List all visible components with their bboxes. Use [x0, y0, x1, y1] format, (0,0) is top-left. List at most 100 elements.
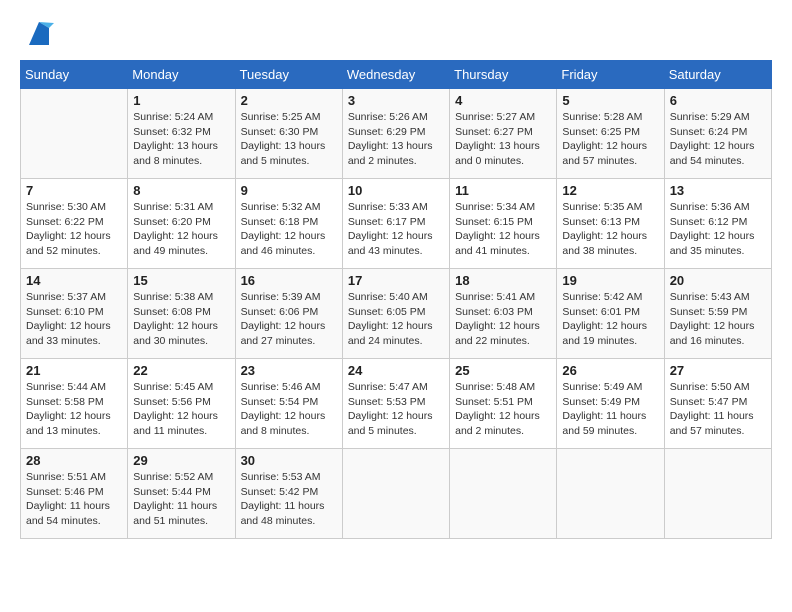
calendar-cell: 4 Sunrise: 5:27 AMSunset: 6:27 PMDaylight…	[450, 89, 557, 179]
day-number: 27	[670, 363, 766, 378]
calendar-cell	[557, 449, 664, 539]
calendar-cell: 18 Sunrise: 5:41 AMSunset: 6:03 PMDayligh…	[450, 269, 557, 359]
day-info: Sunrise: 5:31 AMSunset: 6:20 PMDaylight:…	[133, 200, 229, 259]
day-number: 4	[455, 93, 551, 108]
calendar-cell: 22Sunrise: 5:45 AMSunset: 5:56 PMDayligh…	[128, 359, 235, 449]
day-info: Sunrise: 5:48 AMSunset: 5:51 PMDaylight:…	[455, 380, 551, 439]
day-of-week-header: Thursday	[450, 61, 557, 89]
calendar-cell: 6Sunrise: 5:29 AMSunset: 6:24 PMDaylight…	[664, 89, 771, 179]
day-info: Sunrise: 5:39 AMSunset: 6:06 PMDaylight:…	[241, 290, 337, 349]
day-info: Sunrise: 5:43 AMSunset: 5:59 PMDaylight:…	[670, 290, 766, 349]
calendar-cell: 19 Sunrise: 5:42 AMSunset: 6:01 PMDayligh…	[557, 269, 664, 359]
week-row: 14 Sunrise: 5:37 AMSunset: 6:10 PMDayligh…	[21, 269, 772, 359]
day-info: Sunrise: 5:52 AMSunset: 5:44 PMDaylight:…	[133, 470, 229, 529]
week-row: 21 Sunrise: 5:44 AMSunset: 5:58 PMDayligh…	[21, 359, 772, 449]
day-number: 14	[26, 273, 122, 288]
day-number: 8	[133, 183, 229, 198]
calendar-cell	[342, 449, 449, 539]
day-number: 18	[455, 273, 551, 288]
day-info: Sunrise: 5:50 AMSunset: 5:47 PMDaylight:…	[670, 380, 766, 439]
calendar-cell: 3 Sunrise: 5:26 AMSunset: 6:29 PMDaylight…	[342, 89, 449, 179]
calendar-cell: 15 Sunrise: 5:38 AMSunset: 6:08 PMDayligh…	[128, 269, 235, 359]
day-info: Sunrise: 5:41 AMSunset: 6:03 PMDaylight:…	[455, 290, 551, 349]
calendar-cell: 1 Sunrise: 5:24 AMSunset: 6:32 PMDaylight…	[128, 89, 235, 179]
day-info: Sunrise: 5:46 AMSunset: 5:54 PMDaylight:…	[241, 380, 337, 439]
calendar-cell: 16 Sunrise: 5:39 AMSunset: 6:06 PMDayligh…	[235, 269, 342, 359]
day-info: Sunrise: 5:27 AMSunset: 6:27 PMDaylight:…	[455, 110, 551, 169]
day-number: 12	[562, 183, 658, 198]
day-info: Sunrise: 5:35 AMSunset: 6:13 PMDaylight:…	[562, 200, 658, 259]
day-number: 19	[562, 273, 658, 288]
calendar-cell: 29 Sunrise: 5:52 AMSunset: 5:44 PMDayligh…	[128, 449, 235, 539]
day-info: Sunrise: 5:25 AMSunset: 6:30 PMDaylight:…	[241, 110, 337, 169]
day-info: Sunrise: 5:51 AMSunset: 5:46 PMDaylight:…	[26, 470, 122, 529]
calendar-cell: 2Sunrise: 5:25 AMSunset: 6:30 PMDaylight…	[235, 89, 342, 179]
day-info: Sunrise: 5:40 AMSunset: 6:05 PMDaylight:…	[348, 290, 444, 349]
day-of-week-header: Friday	[557, 61, 664, 89]
calendar-cell: 26 Sunrise: 5:49 AMSunset: 5:49 PMDayligh…	[557, 359, 664, 449]
logo-icon	[24, 20, 54, 50]
calendar-cell: 8 Sunrise: 5:31 AMSunset: 6:20 PMDaylight…	[128, 179, 235, 269]
calendar-cell: 17 Sunrise: 5:40 AMSunset: 6:05 PMDayligh…	[342, 269, 449, 359]
day-info: Sunrise: 5:32 AMSunset: 6:18 PMDaylight:…	[241, 200, 337, 259]
day-of-week-header: Sunday	[21, 61, 128, 89]
day-number: 15	[133, 273, 229, 288]
day-number: 9	[241, 183, 337, 198]
day-number: 17	[348, 273, 444, 288]
calendar-header-row: SundayMondayTuesdayWednesdayThursdayFrid…	[21, 61, 772, 89]
day-info: Sunrise: 5:37 AMSunset: 6:10 PMDaylight:…	[26, 290, 122, 349]
calendar-cell: 24 Sunrise: 5:47 AMSunset: 5:53 PMDayligh…	[342, 359, 449, 449]
calendar-cell	[664, 449, 771, 539]
day-number: 10	[348, 183, 444, 198]
day-number: 29	[133, 453, 229, 468]
day-number: 13	[670, 183, 766, 198]
day-number: 6	[670, 93, 766, 108]
calendar-cell: 28Sunrise: 5:51 AMSunset: 5:46 PMDayligh…	[21, 449, 128, 539]
day-info: Sunrise: 5:44 AMSunset: 5:58 PMDaylight:…	[26, 380, 122, 439]
day-info: Sunrise: 5:26 AMSunset: 6:29 PMDaylight:…	[348, 110, 444, 169]
day-number: 7	[26, 183, 122, 198]
day-number: 1	[133, 93, 229, 108]
week-row: 7 Sunrise: 5:30 AMSunset: 6:22 PMDaylight…	[21, 179, 772, 269]
day-of-week-header: Monday	[128, 61, 235, 89]
calendar-cell: 12 Sunrise: 5:35 AMSunset: 6:13 PMDayligh…	[557, 179, 664, 269]
calendar-cell: 21 Sunrise: 5:44 AMSunset: 5:58 PMDayligh…	[21, 359, 128, 449]
day-info: Sunrise: 5:53 AMSunset: 5:42 PMDaylight:…	[241, 470, 337, 529]
day-info: Sunrise: 5:34 AMSunset: 6:15 PMDaylight:…	[455, 200, 551, 259]
day-number: 26	[562, 363, 658, 378]
day-info: Sunrise: 5:38 AMSunset: 6:08 PMDaylight:…	[133, 290, 229, 349]
calendar-cell: 11 Sunrise: 5:34 AMSunset: 6:15 PMDayligh…	[450, 179, 557, 269]
day-of-week-header: Wednesday	[342, 61, 449, 89]
week-row: 1 Sunrise: 5:24 AMSunset: 6:32 PMDaylight…	[21, 89, 772, 179]
calendar-cell: 25 Sunrise: 5:48 AMSunset: 5:51 PMDayligh…	[450, 359, 557, 449]
day-number: 24	[348, 363, 444, 378]
day-of-week-header: Saturday	[664, 61, 771, 89]
day-info: Sunrise: 5:30 AMSunset: 6:22 PMDaylight:…	[26, 200, 122, 259]
page-header	[20, 20, 772, 50]
calendar-cell: 5Sunrise: 5:28 AMSunset: 6:25 PMDaylight…	[557, 89, 664, 179]
day-number: 20	[670, 273, 766, 288]
day-number: 16	[241, 273, 337, 288]
day-info: Sunrise: 5:42 AMSunset: 6:01 PMDaylight:…	[562, 290, 658, 349]
day-number: 22	[133, 363, 229, 378]
calendar-cell: 20 Sunrise: 5:43 AMSunset: 5:59 PMDayligh…	[664, 269, 771, 359]
day-number: 25	[455, 363, 551, 378]
week-row: 28Sunrise: 5:51 AMSunset: 5:46 PMDayligh…	[21, 449, 772, 539]
calendar-cell: 27 Sunrise: 5:50 AMSunset: 5:47 PMDayligh…	[664, 359, 771, 449]
calendar-table: SundayMondayTuesdayWednesdayThursdayFrid…	[20, 60, 772, 539]
day-number: 11	[455, 183, 551, 198]
day-info: Sunrise: 5:33 AMSunset: 6:17 PMDaylight:…	[348, 200, 444, 259]
day-number: 21	[26, 363, 122, 378]
calendar-cell: 13Sunrise: 5:36 AMSunset: 6:12 PMDayligh…	[664, 179, 771, 269]
day-number: 23	[241, 363, 337, 378]
day-number: 3	[348, 93, 444, 108]
day-info: Sunrise: 5:28 AMSunset: 6:25 PMDaylight:…	[562, 110, 658, 169]
calendar-cell: 10 Sunrise: 5:33 AMSunset: 6:17 PMDayligh…	[342, 179, 449, 269]
day-info: Sunrise: 5:49 AMSunset: 5:49 PMDaylight:…	[562, 380, 658, 439]
day-of-week-header: Tuesday	[235, 61, 342, 89]
calendar-cell: 30 Sunrise: 5:53 AMSunset: 5:42 PMDayligh…	[235, 449, 342, 539]
day-number: 30	[241, 453, 337, 468]
day-info: Sunrise: 5:24 AMSunset: 6:32 PMDaylight:…	[133, 110, 229, 169]
calendar-cell: 7 Sunrise: 5:30 AMSunset: 6:22 PMDaylight…	[21, 179, 128, 269]
day-info: Sunrise: 5:47 AMSunset: 5:53 PMDaylight:…	[348, 380, 444, 439]
